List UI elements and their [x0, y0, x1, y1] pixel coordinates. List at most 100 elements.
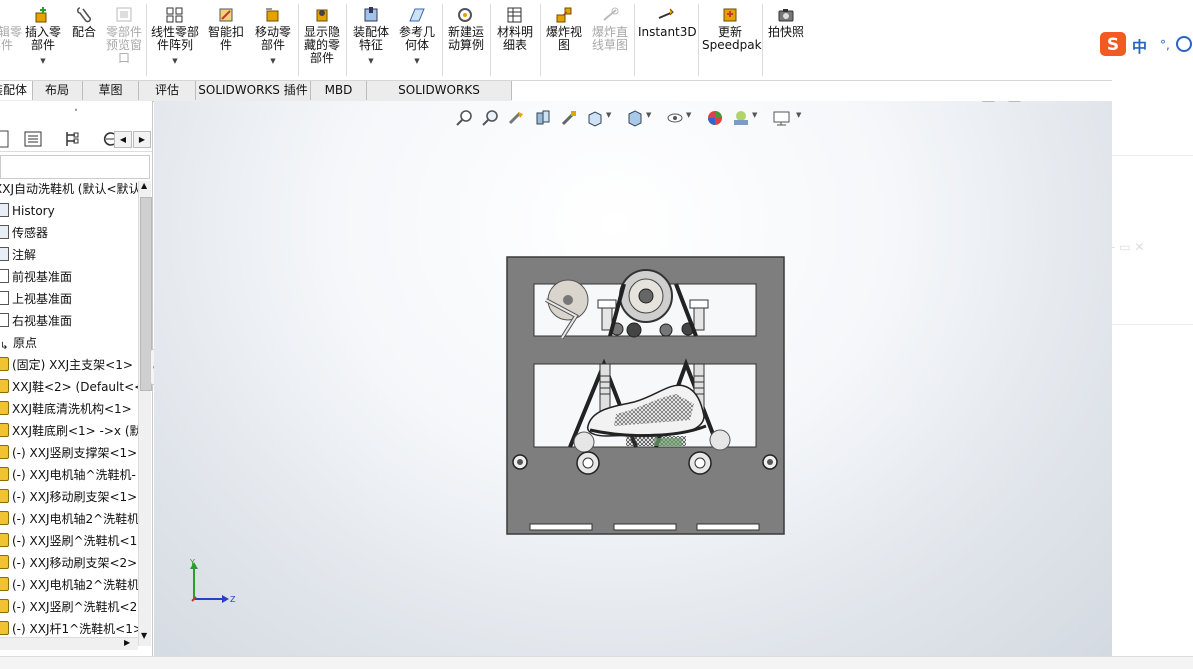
view-orientation-icon[interactable]	[586, 109, 604, 127]
chevron-down-icon[interactable]: ▼	[686, 111, 691, 119]
explode-line-sketch-button[interactable]: 爆炸直 线草图	[588, 4, 632, 52]
edit-component-button[interactable]: 编辑零 部件	[0, 4, 22, 52]
chevron-down-icon[interactable]: ▼	[252, 55, 294, 68]
edit-component-label: 编辑零 部件	[0, 25, 23, 52]
svg-text:S: S	[1107, 35, 1119, 55]
insert-components-button[interactable]: 插入零 部件 ▼	[24, 4, 62, 68]
tree-root-assembly[interactable]: XXJ自动洗鞋机 (默认<默认	[0, 178, 138, 200]
tree-horizontal-scrollbar[interactable]: ▶	[0, 637, 138, 650]
tree-item[interactable]: XXJ鞋<2> (Default<<	[0, 376, 138, 398]
filter-box[interactable]	[0, 155, 150, 179]
section-view-icon[interactable]	[534, 109, 552, 127]
tab-solidworks-inspection[interactable]: SOLIDWORKS Inspection	[367, 81, 512, 116]
chevron-down-icon[interactable]: ▼	[752, 111, 757, 119]
assembly-model-front-view[interactable]	[506, 256, 786, 536]
tree-item[interactable]: (-) XXJ电机轴2^洗鞋机	[0, 574, 138, 596]
scroll-up-icon[interactable]: ▲	[141, 181, 147, 190]
hide-show-items-icon[interactable]	[666, 109, 684, 127]
restore-icon[interactable]	[1058, 101, 1072, 103]
component-icon	[0, 357, 9, 371]
sensors-icon	[0, 225, 9, 239]
tab-assembly[interactable]: 装配体	[0, 81, 33, 100]
edit-appearance-icon[interactable]	[706, 109, 724, 127]
view-settings-icon[interactable]	[772, 109, 792, 127]
tree-item[interactable]: (-) XXJ电机轴^洗鞋机-	[0, 464, 138, 486]
tree-item[interactable]: XXJ鞋底刷<1> ->x (默	[0, 420, 138, 442]
minimize-icon[interactable]	[1034, 101, 1048, 103]
tab-mbd[interactable]: MBD	[311, 81, 367, 100]
zoom-to-fit-icon[interactable]	[456, 109, 474, 127]
update-speedpak-button[interactable]: 更新 Speedpak	[702, 4, 762, 52]
instant3d-button[interactable]: Instant3D	[638, 4, 697, 39]
tree-item-label: (-) XXJ竖刷^洗鞋机<1	[12, 534, 138, 548]
tree-item[interactable]: History	[0, 200, 138, 222]
property-manager-tab-icon[interactable]	[22, 129, 46, 149]
new-motion-study-button[interactable]: 新建运 动算例	[446, 4, 486, 52]
tree-item[interactable]: 传感器	[0, 222, 138, 244]
move-component-button[interactable]: 移动零 部件 ▼	[252, 4, 294, 68]
tree-item[interactable]: (-) XXJ竖刷^洗鞋机<1	[0, 530, 138, 552]
tree-item[interactable]: (-) XXJ竖刷支撑架<1>	[0, 442, 138, 464]
chevron-down-icon[interactable]: ▼	[646, 111, 651, 119]
chevron-down-icon[interactable]: ▼	[796, 111, 801, 119]
command-manager-ribbon: 编辑零 部件 插入零 部件 ▼ 配合 零部件 预览窗 口 线性零部 件阵列 ▼ …	[0, 0, 1112, 81]
mate-button[interactable]: 配合	[70, 4, 98, 39]
apply-scene-icon[interactable]	[732, 109, 750, 127]
tree-item[interactable]: (-) XXJ电机轴2^洗鞋机	[0, 508, 138, 530]
tree-item[interactable]: 前视基准面	[0, 266, 138, 288]
show-hidden-components-button[interactable]: 显示隐 藏的零 部件	[302, 4, 342, 65]
previous-view-icon[interactable]	[508, 109, 526, 127]
exploded-view-button[interactable]: 爆炸视 图	[544, 4, 584, 52]
tree-item[interactable]: XXJ鞋底清洗机构<1>	[0, 398, 138, 420]
tree-item[interactable]: 上视基准面	[0, 288, 138, 310]
tree-item[interactable]: (-) XXJ竖刷^洗鞋机<2	[0, 596, 138, 618]
tree-item-label: History	[12, 204, 55, 218]
tab-layout[interactable]: 布局	[32, 81, 83, 100]
component-icon	[0, 599, 9, 613]
tree-item[interactable]: (固定) XXJ主支架<1>	[0, 354, 138, 376]
take-snapshot-button[interactable]: 拍快照	[766, 4, 806, 39]
show-hidden-label: 显示隐 藏的零 部件	[303, 25, 340, 65]
scroll-down-icon[interactable]: ▼	[141, 631, 147, 640]
tree-item[interactable]: ↳ 原点	[0, 332, 138, 354]
tree-item[interactable]: 注解	[0, 244, 138, 266]
annotations-icon	[0, 247, 9, 261]
tree-scrollbar[interactable]: ▲ ▼	[138, 181, 152, 646]
tree-item-label: (-) XXJ电机轴^洗鞋机-	[12, 468, 136, 482]
configuration-manager-tab-icon[interactable]	[62, 129, 82, 149]
chevron-down-icon[interactable]: ▼	[396, 55, 438, 68]
dynamic-annotation-icon[interactable]	[560, 109, 578, 127]
panel-grip[interactable]: •	[0, 107, 152, 115]
assembly-features-button[interactable]: 装配体 特征 ▼	[350, 4, 392, 68]
edit-component-icon	[0, 6, 11, 24]
display-style-icon[interactable]	[626, 109, 644, 127]
tile-right-icon[interactable]	[1008, 101, 1022, 103]
reference-geometry-button[interactable]: 参考几 何体 ▼	[396, 4, 438, 68]
tab-sketch[interactable]: 草图	[83, 81, 139, 100]
component-preview-button[interactable]: 零部件 预览窗 口	[104, 4, 144, 65]
zoom-to-area-icon[interactable]	[482, 109, 500, 127]
chevron-down-icon[interactable]: ▼	[150, 55, 200, 68]
scroll-right-icon[interactable]: ▶	[124, 638, 130, 647]
bill-of-materials-button[interactable]: 材料明 细表	[494, 4, 536, 52]
chevron-down-icon[interactable]: ▼	[24, 55, 62, 68]
smart-fasteners-button[interactable]: 智能扣 件	[206, 4, 246, 52]
ribbon-divider	[442, 4, 443, 76]
close-icon[interactable]	[1084, 101, 1098, 103]
tree-item[interactable]: 右视基准面	[0, 310, 138, 332]
ime-status-bar[interactable]: S °, 中	[1098, 30, 1193, 58]
chevron-down-icon[interactable]: ▼	[606, 111, 611, 119]
tree-item[interactable]: (-) XXJ移动刷支架<2>	[0, 552, 138, 574]
tab-evaluate[interactable]: 评估	[139, 81, 196, 100]
scroll-right-icon[interactable]: ▶	[133, 131, 151, 148]
graphics-area[interactable]: ▼ ▼ ▼ ▼ ▼ Y Z	[154, 101, 1112, 656]
scroll-left-icon[interactable]: ◀	[114, 131, 132, 148]
component-icon	[0, 423, 9, 437]
feature-manager-tab-icon[interactable]	[0, 129, 10, 149]
tile-left-icon[interactable]	[982, 101, 996, 103]
chevron-down-icon[interactable]: ▼	[350, 55, 392, 68]
tree-item[interactable]: (-) XXJ移动刷支架<1>	[0, 486, 138, 508]
ribbon-divider	[298, 4, 299, 76]
tab-solidworks-addins[interactable]: SOLIDWORKS 插件	[196, 81, 311, 100]
linear-pattern-button[interactable]: 线性零部 件阵列 ▼	[150, 4, 200, 68]
